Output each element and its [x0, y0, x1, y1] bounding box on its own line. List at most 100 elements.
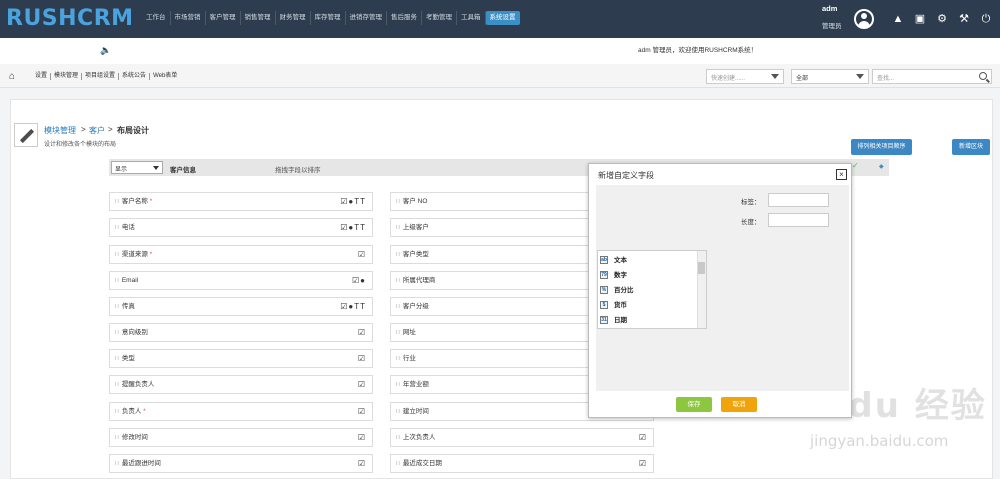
- label-input[interactable]: [768, 193, 829, 207]
- nav-workbench[interactable]: 工作台: [142, 11, 171, 25]
- drag-handle-icon[interactable]: ∷: [115, 304, 119, 310]
- save-button[interactable]: 保存: [676, 397, 712, 412]
- field-row[interactable]: ∷ 最近成交日期 ☑: [390, 454, 654, 473]
- scrollbar-thumb[interactable]: [698, 262, 705, 274]
- field-actions-icon[interactable]: ☑: [358, 455, 366, 472]
- field-actions-icon[interactable]: ☑: [639, 455, 647, 472]
- field-actions-icon[interactable]: ☑: [358, 350, 366, 367]
- drag-handle-icon[interactable]: ∷: [115, 435, 119, 441]
- nav-after-sales[interactable]: 售后服务: [387, 11, 422, 25]
- type-text[interactable]: ab 文本: [600, 254, 627, 265]
- home-icon[interactable]: ⌂: [9, 71, 15, 82]
- app-logo[interactable]: RUSHCRM: [6, 6, 134, 31]
- field-row[interactable]: ∷ 传真 ☑●TT: [109, 297, 373, 316]
- drag-handle-icon[interactable]: ∷: [396, 199, 400, 205]
- field-row[interactable]: ∷ 意向级别 ☑: [109, 323, 373, 342]
- settings-breadcrumb: 设置 模块管理 项目组设置 系统公告 Web表单: [32, 73, 180, 80]
- nav-customers[interactable]: 客户管理: [206, 11, 241, 25]
- cancel-button[interactable]: 取消: [721, 397, 757, 412]
- type-percent[interactable]: % 百分比: [600, 284, 634, 295]
- drag-handle-icon[interactable]: ∷: [115, 409, 119, 415]
- scope-select[interactable]: 全部: [791, 69, 869, 84]
- field-actions-icon[interactable]: ☑: [639, 429, 647, 446]
- drag-handle-icon[interactable]: ∷: [115, 199, 119, 205]
- drag-handle-icon[interactable]: ∷: [396, 304, 400, 310]
- field-actions-icon[interactable]: ☑●: [352, 272, 366, 289]
- drag-handle-icon[interactable]: ∷: [396, 225, 400, 231]
- bell-icon[interactable]: ▲: [892, 13, 904, 25]
- add-block-button[interactable]: 新增区块: [952, 139, 990, 155]
- required-mark: *: [143, 408, 146, 415]
- crumb-web-form[interactable]: Web表单: [150, 73, 180, 80]
- field-actions-icon[interactable]: ☑: [358, 324, 366, 341]
- nav-inventory[interactable]: 库存管理: [311, 11, 346, 25]
- field-actions-icon[interactable]: ☑●TT: [340, 219, 366, 236]
- field-label: 渠道来源: [121, 251, 148, 258]
- drag-handle-icon[interactable]: ∷: [396, 435, 400, 441]
- field-label: Email: [121, 277, 139, 284]
- nav-sales[interactable]: 销售管理: [241, 11, 276, 25]
- crumb-module-link[interactable]: 模块管理: [44, 125, 76, 136]
- drag-handle-icon[interactable]: ∷: [115, 252, 119, 258]
- crumb-project-group[interactable]: 项目组设置: [82, 73, 120, 80]
- field-label: 上次负责人: [402, 434, 436, 441]
- nav-marketing[interactable]: 市场营销: [171, 11, 206, 25]
- drag-handle-icon[interactable]: ∷: [396, 409, 400, 415]
- power-icon[interactable]: ⏻: [980, 13, 992, 25]
- crumb-module-management[interactable]: 模块管理: [51, 73, 83, 80]
- drag-handle-icon[interactable]: ∷: [396, 330, 400, 336]
- search-input[interactable]: 查找...: [872, 69, 992, 84]
- drag-handle-icon[interactable]: ∷: [115, 278, 119, 284]
- field-actions-icon[interactable]: ☑●TT: [340, 193, 366, 210]
- gear-icon[interactable]: ⚙: [936, 13, 948, 25]
- field-row[interactable]: ∷ 最近跟进时间 ☑: [109, 454, 373, 473]
- type-currency[interactable]: $ 货币: [600, 299, 627, 310]
- close-icon[interactable]: ×: [836, 169, 847, 180]
- drag-handle-icon[interactable]: ∷: [115, 330, 119, 336]
- nav-attendance[interactable]: 考勤管理: [422, 11, 457, 25]
- field-row[interactable]: ∷ 电话 ☑●TT: [109, 218, 373, 237]
- drag-handle-icon[interactable]: ∷: [115, 356, 119, 362]
- field-actions-icon[interactable]: ☑: [358, 246, 366, 263]
- wrench-icon[interactable]: ⚒: [958, 13, 970, 25]
- type-number[interactable]: 79 数字: [600, 269, 627, 280]
- field-actions-icon[interactable]: ☑●TT: [340, 298, 366, 315]
- field-row[interactable]: ∷ 类型 ☑: [109, 349, 373, 368]
- speaker-icon: 🔈: [100, 45, 112, 55]
- monitor-icon[interactable]: ▣: [914, 13, 926, 25]
- crumb-settings[interactable]: 设置: [32, 73, 52, 80]
- field-actions-icon[interactable]: ☑: [358, 376, 366, 393]
- field-row[interactable]: ∷ 渠道来源 * ☑: [109, 245, 373, 264]
- quick-create-select[interactable]: 快速创建......: [706, 69, 784, 84]
- sort-related-button[interactable]: 排列相关项目顺序: [851, 139, 912, 155]
- check-icon[interactable]: ✓: [852, 161, 859, 170]
- crumb-client-link[interactable]: 客户: [89, 125, 105, 136]
- nav-toolbox[interactable]: 工具箱: [457, 11, 486, 25]
- nav-finance[interactable]: 财务管理: [276, 11, 311, 25]
- search-icon[interactable]: [979, 72, 987, 80]
- field-row[interactable]: ∷ 负责人 * ☑: [109, 402, 373, 421]
- field-row[interactable]: ∷ Email ☑●: [109, 271, 373, 290]
- drag-handle-icon[interactable]: ∷: [396, 278, 400, 284]
- nav-system-settings[interactable]: 系统设置: [485, 11, 520, 25]
- drag-handle-icon[interactable]: ∷: [115, 382, 119, 388]
- length-input[interactable]: [768, 213, 829, 227]
- field-row[interactable]: ∷ 客户名称 * ☑●TT: [109, 192, 373, 211]
- field-row[interactable]: ∷ 上次负责人 ☑: [390, 428, 654, 447]
- block-display-select[interactable]: 显示: [111, 161, 163, 174]
- field-row[interactable]: ∷ 修改时间 ☑: [109, 428, 373, 447]
- field-actions-icon[interactable]: ☑: [358, 429, 366, 446]
- type-date[interactable]: 31 日期: [600, 314, 627, 325]
- nav-purchase-sales[interactable]: 进销存管理: [346, 11, 387, 25]
- drag-handle-icon[interactable]: ∷: [115, 225, 119, 231]
- drag-handle-icon[interactable]: ∷: [396, 252, 400, 258]
- field-row[interactable]: ∷ 提醒负责人 ☑: [109, 375, 373, 394]
- drag-handle-icon[interactable]: ∷: [396, 382, 400, 388]
- arrow-down-icon[interactable]: ◆: [879, 163, 884, 170]
- crumb-announcement[interactable]: 系统公告: [119, 73, 151, 80]
- drag-handle-icon[interactable]: ∷: [396, 356, 400, 362]
- field-actions-icon[interactable]: ☑: [358, 403, 366, 420]
- drag-handle-icon[interactable]: ∷: [115, 461, 119, 467]
- drag-handle-icon[interactable]: ∷: [396, 461, 400, 467]
- avatar-icon[interactable]: [854, 9, 874, 29]
